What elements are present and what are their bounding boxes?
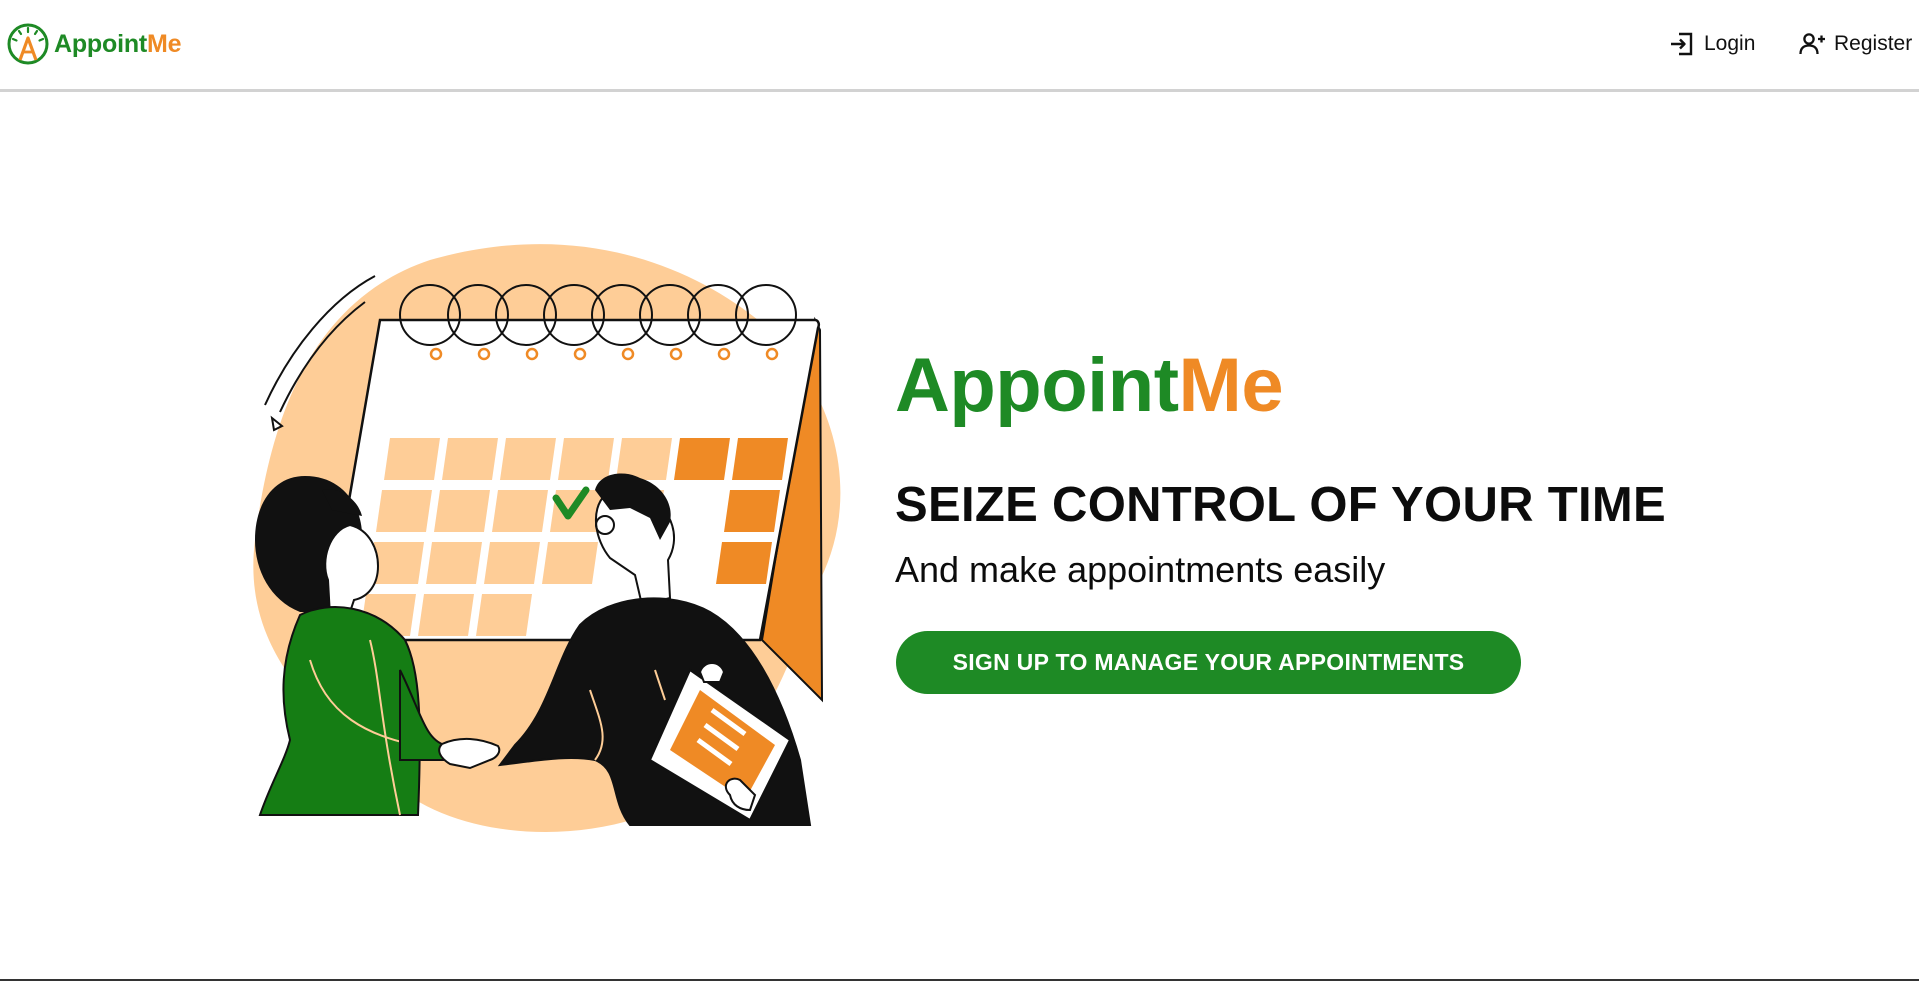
navbar: AppointMe Login Register (0, 0, 1919, 92)
register-link[interactable]: Register (1798, 28, 1912, 60)
clock-a-logo-icon (7, 23, 49, 65)
brand-name: AppointMe (54, 29, 182, 58)
signup-cta-button[interactable]: SIGN UP TO MANAGE YOUR APPOINTMENTS (896, 631, 1521, 694)
hero-subheadline: And make appointments easily (895, 549, 1386, 590)
calendar-handshake-illustration (253, 244, 841, 833)
login-link[interactable]: Login (1668, 28, 1755, 60)
brand-home-link[interactable]: AppointMe (6, 22, 182, 66)
login-label: Login (1704, 32, 1756, 55)
hero-title: AppointMe (895, 343, 1284, 428)
login-icon (1671, 32, 1693, 56)
register-label: Register (1834, 32, 1913, 55)
hero-headline: SEIZE CONTROL OF YOUR TIME (895, 478, 1666, 532)
add-user-icon (1799, 33, 1825, 55)
